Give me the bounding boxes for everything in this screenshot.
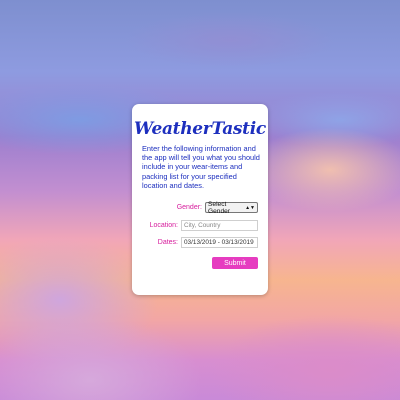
form-card: WeatherTastic Enter the following inform… (132, 104, 268, 295)
gender-row: Gender: Select Gender ▲▼ (176, 200, 258, 215)
gender-select[interactable]: Select Gender ▲▼ (205, 200, 258, 215)
submit-button[interactable]: Submit (212, 257, 258, 269)
location-label: Location: (149, 222, 178, 229)
dates-field[interactable] (181, 237, 258, 248)
instructions-text: Enter the following information and the … (142, 144, 260, 190)
location-field[interactable] (181, 220, 258, 231)
location-input[interactable] (184, 222, 255, 229)
dates-input[interactable] (184, 239, 255, 246)
gender-select-value: Select Gender (208, 200, 230, 215)
gender-label: Gender: (176, 204, 202, 211)
app-logo: WeatherTastic (134, 119, 266, 139)
dates-label: Dates: (157, 239, 178, 246)
location-row: Location: (150, 220, 258, 231)
chevron-up-down-icon: ▲▼ (245, 204, 255, 211)
dates-row: Dates: (158, 237, 258, 248)
